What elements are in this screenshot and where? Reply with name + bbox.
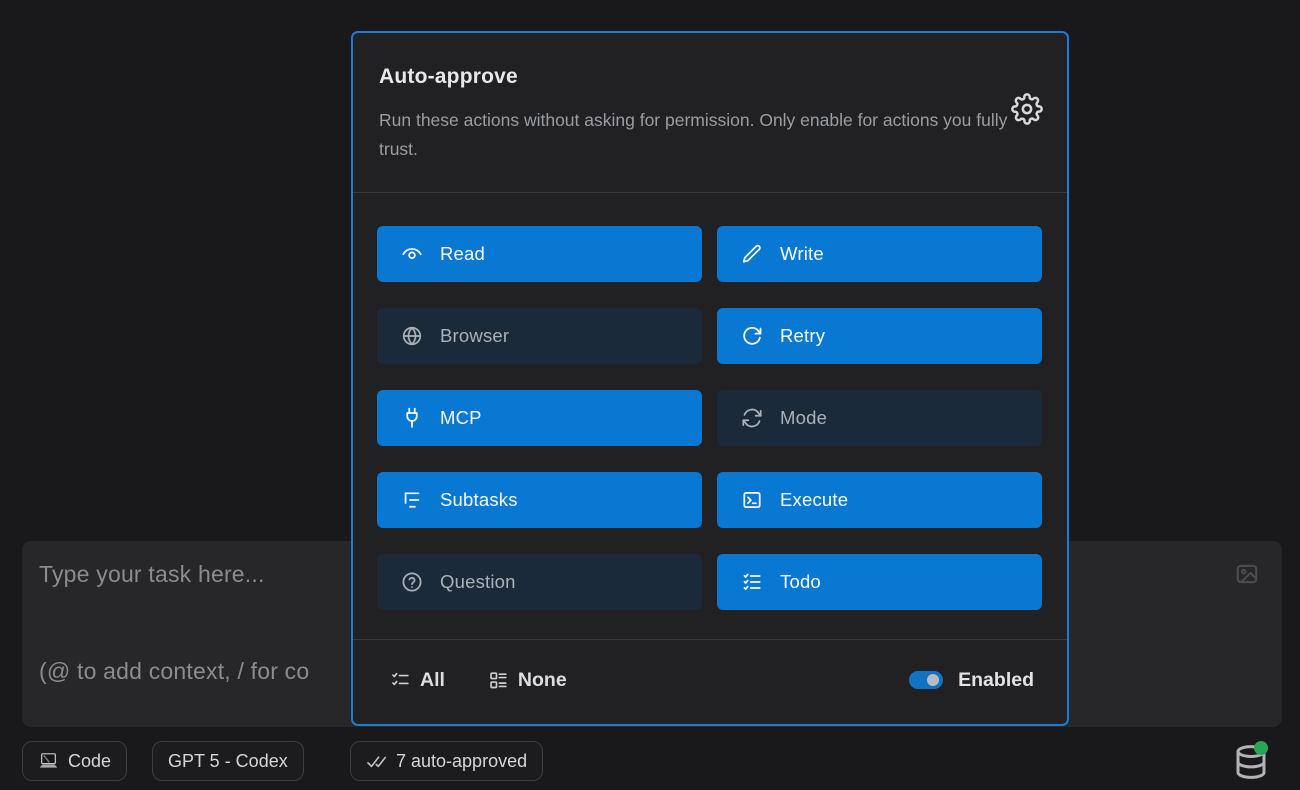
status-dot: [1254, 741, 1268, 755]
write-toggle-button[interactable]: Write: [717, 226, 1042, 282]
list-unchecked-icon: [488, 670, 509, 691]
pencil-icon: [741, 243, 763, 265]
task-input-context-hint: (@ to add context, / for co: [39, 658, 309, 685]
execute-toggle-button[interactable]: Execute: [717, 472, 1042, 528]
laptop-icon: [38, 751, 59, 772]
auto-approve-popup: Auto-approve Run these actions without a…: [351, 31, 1069, 726]
terminal-icon: [741, 489, 763, 511]
toggle-knob: [927, 674, 939, 686]
workspace-chip-label: Code: [68, 751, 111, 772]
browser-toggle-button[interactable]: Browser: [377, 308, 702, 364]
toggle-switch[interactable]: [909, 671, 943, 689]
mode-toggle-button[interactable]: Mode: [717, 390, 1042, 446]
subtasks-icon: [401, 489, 423, 511]
eye-icon: [401, 243, 423, 265]
action-label: MCP: [440, 407, 482, 429]
action-label: Todo: [780, 571, 821, 593]
action-label: Question: [440, 571, 516, 593]
auto-approve-grid: Read Write Browser Retry MCP Mode Subtasks Exec…: [353, 193, 1067, 639]
plug-icon: [401, 407, 423, 429]
action-label: Read: [440, 243, 485, 265]
subtasks-toggle-button[interactable]: Subtasks: [377, 472, 702, 528]
checklist-icon: [390, 670, 411, 691]
sync-icon: [741, 407, 763, 429]
question-icon: [401, 571, 423, 593]
question-toggle-button[interactable]: Question: [377, 554, 702, 610]
gear-icon: [1011, 93, 1043, 125]
model-chip-label: GPT 5 - Codex: [168, 751, 288, 772]
auto-approved-chip-label: 7 auto-approved: [396, 751, 527, 772]
auto-approved-chip[interactable]: 7 auto-approved: [350, 741, 543, 781]
settings-button[interactable]: [1011, 93, 1043, 125]
retry-toggle-button[interactable]: Retry: [717, 308, 1042, 364]
action-label: Subtasks: [440, 489, 518, 511]
select-all-label: All: [420, 669, 445, 692]
popup-description: Run these actions without asking for per…: [379, 106, 1039, 164]
database-button[interactable]: [1231, 743, 1271, 781]
action-label: Execute: [780, 489, 848, 511]
workspace-chip[interactable]: Code: [22, 741, 127, 781]
task-input-placeholder: Type your task here...: [39, 561, 265, 588]
double-check-icon: [366, 751, 387, 772]
action-label: Browser: [440, 325, 509, 347]
popup-title: Auto-approve: [379, 65, 1041, 89]
action-label: Write: [780, 243, 824, 265]
action-label: Mode: [780, 407, 827, 429]
popup-header: Auto-approve Run these actions without a…: [353, 33, 1067, 192]
select-all-button[interactable]: All: [390, 669, 445, 692]
todo-toggle-button[interactable]: Todo: [717, 554, 1042, 610]
action-label: Retry: [780, 325, 825, 347]
select-none-button[interactable]: None: [488, 669, 567, 692]
popup-footer: All None Enabled: [353, 640, 1067, 724]
model-chip[interactable]: GPT 5 - Codex: [152, 741, 304, 781]
toggle-label: Enabled: [958, 669, 1034, 692]
read-toggle-button[interactable]: Read: [377, 226, 702, 282]
enabled-toggle[interactable]: Enabled: [909, 669, 1034, 692]
globe-icon: [401, 325, 423, 347]
image-icon[interactable]: [1234, 561, 1260, 587]
todo-icon: [741, 571, 763, 593]
mcp-toggle-button[interactable]: MCP: [377, 390, 702, 446]
rotate-cw-icon: [741, 325, 763, 347]
select-none-label: None: [518, 669, 567, 692]
